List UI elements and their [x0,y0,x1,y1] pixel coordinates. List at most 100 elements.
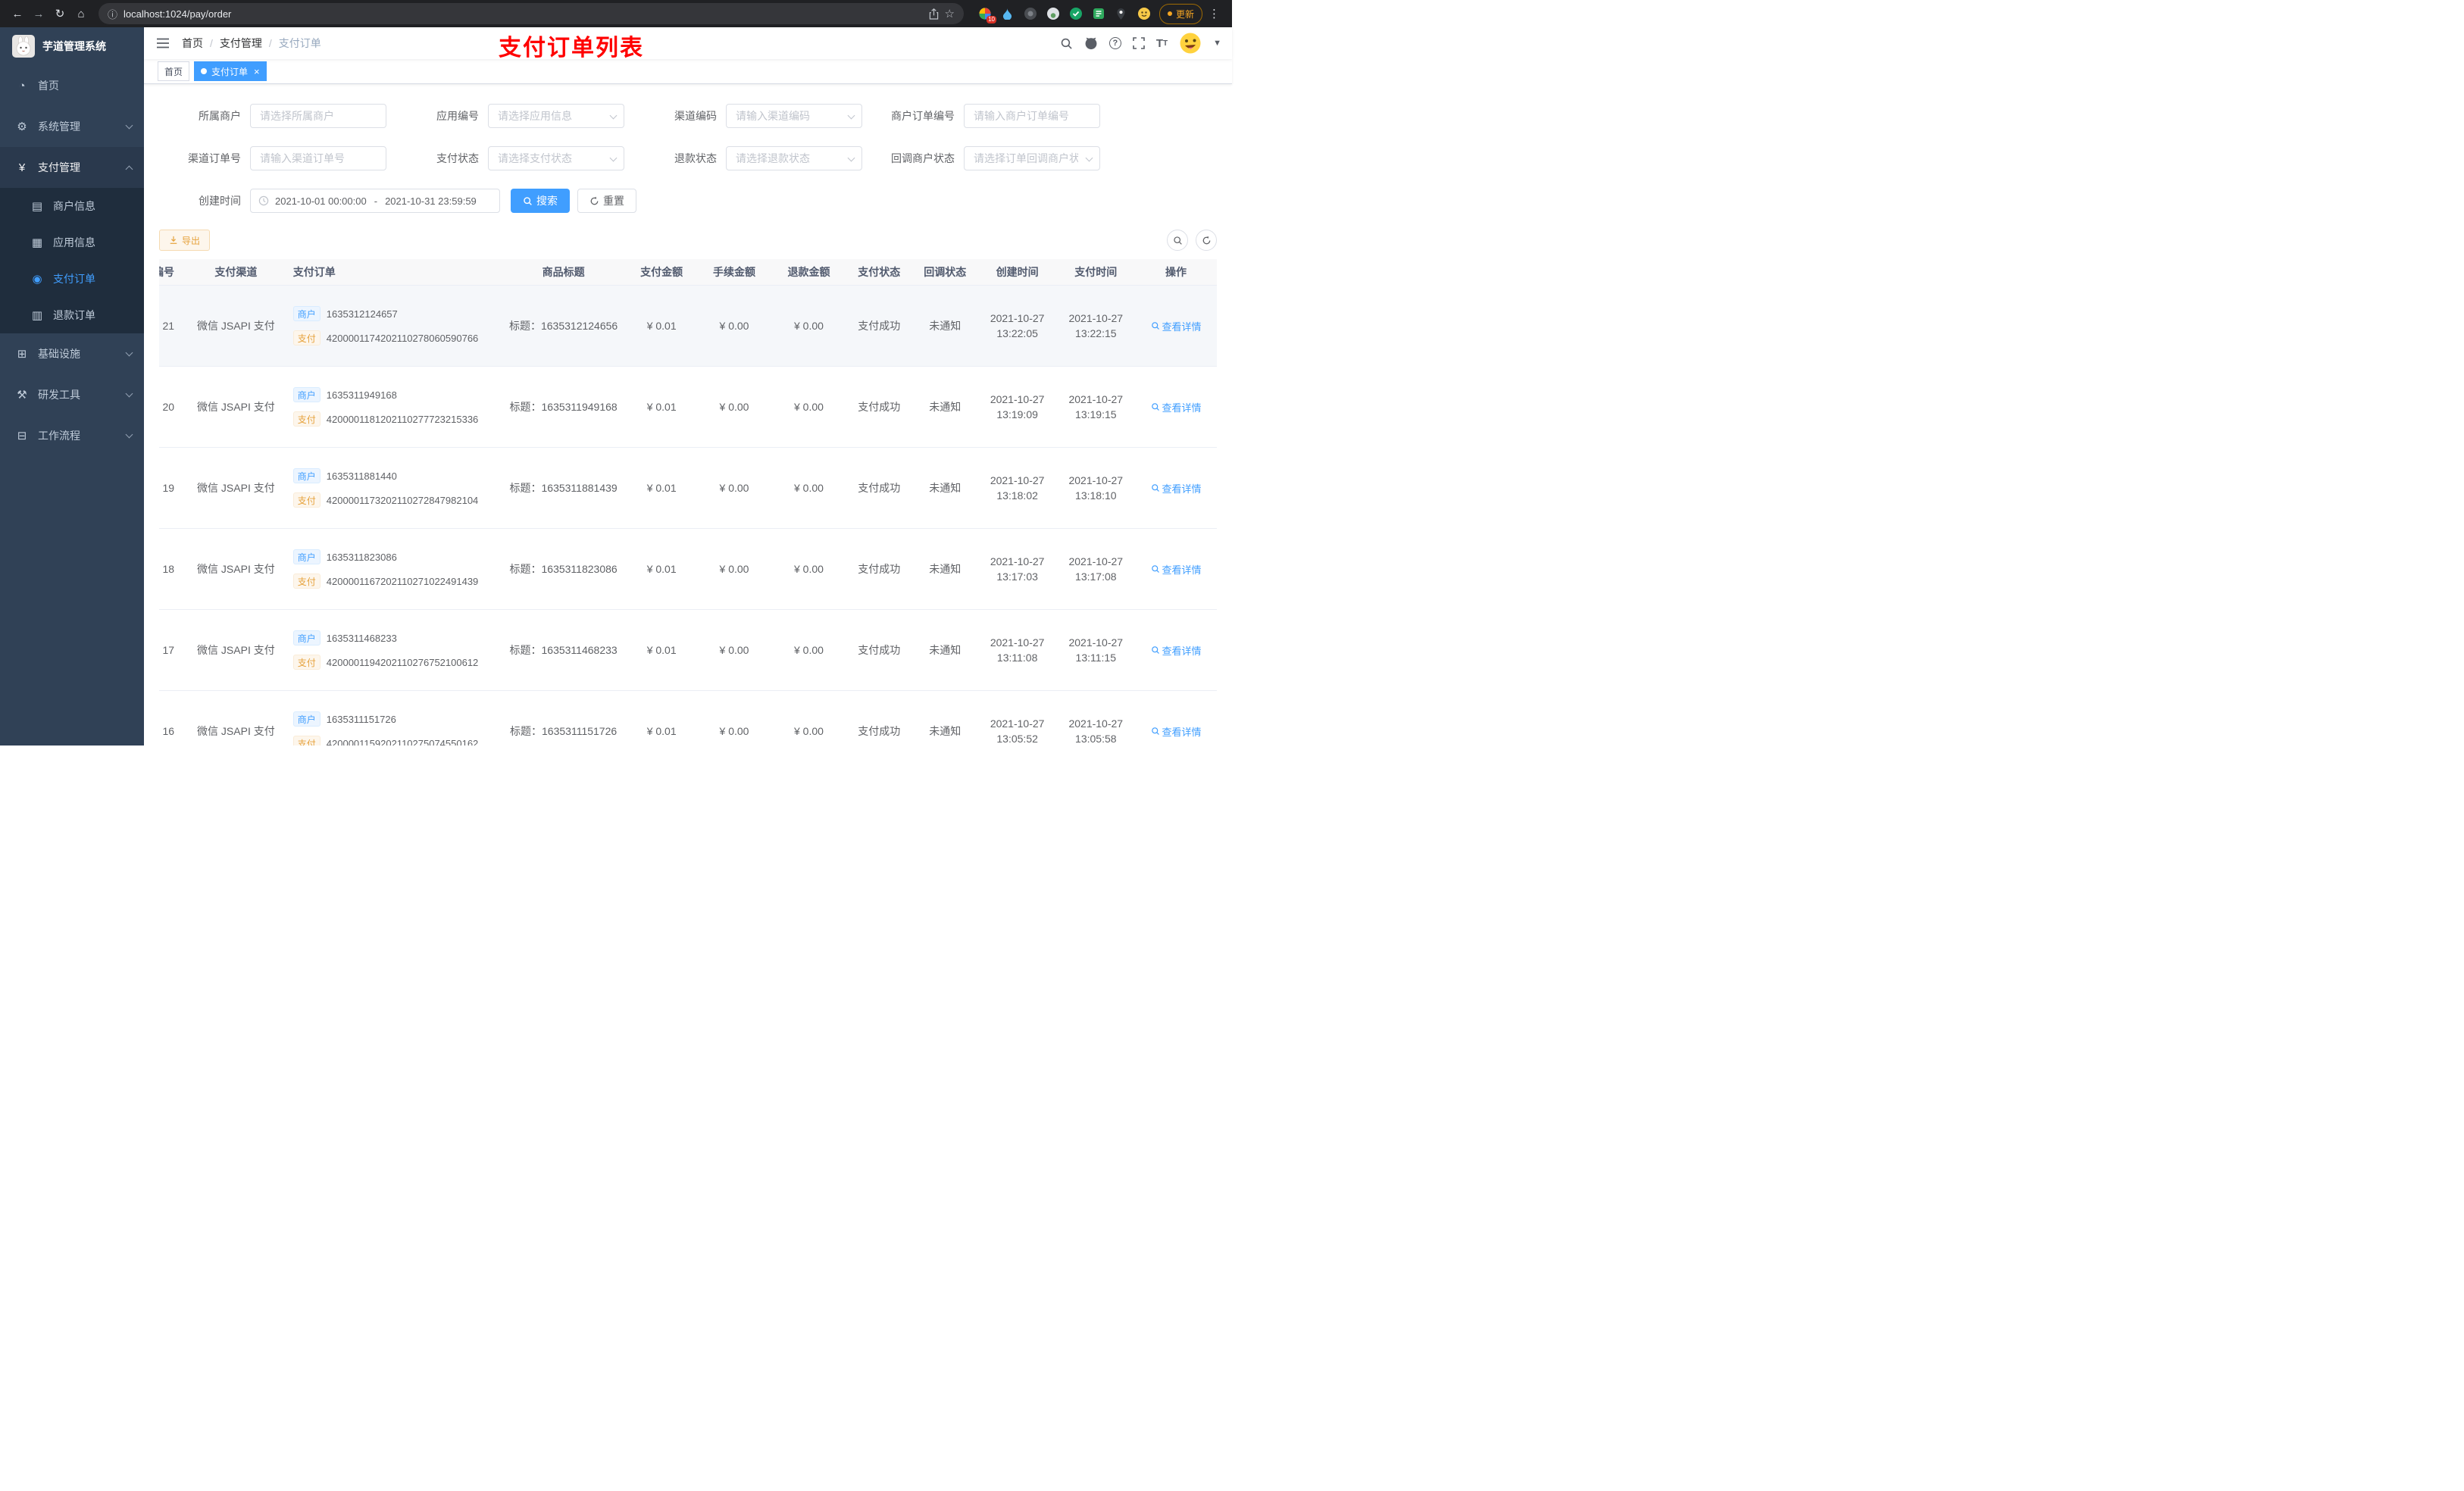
sidebar-item-pay[interactable]: ¥ 支付管理 [0,147,144,188]
search-icon[interactable] [1060,37,1073,50]
filter-label: 应用编号 [436,110,479,122]
channel-code-input[interactable] [727,105,861,127]
refund-status-input[interactable] [727,147,861,170]
filter-label: 退款状态 [674,152,717,164]
merchant-select[interactable] [250,104,386,128]
breadcrumb-pay[interactable]: 支付管理 [220,36,262,51]
sidebar-item-pay-order[interactable]: ◉ 支付订单 [0,261,144,297]
sidebar-item-home[interactable]: ◔ 首页 [0,65,144,106]
tab-label: 首页 [164,66,183,77]
bookmark-star-icon[interactable]: ☆ [945,7,955,20]
tab-home[interactable]: 首页 [158,61,190,81]
notify-status: 未通知 [929,482,962,494]
sidebar-item-label: 应用信息 [53,236,95,248]
breadcrumb-home[interactable]: 首页 [182,36,203,51]
address-bar[interactable]: ⓘ localhost:1024/pay/order ☆ [98,3,964,24]
table-row: 21 微信 JSAPI 支付 商户 1635312124657 支付 42000… [159,285,1217,367]
sidebar-item-label: 首页 [38,80,59,92]
toggle-search-button[interactable] [1167,230,1188,251]
pay-channel: 微信 JSAPI 支付 [197,401,275,413]
browser-home-button[interactable]: ⌂ [71,4,91,23]
pay-status-select[interactable] [488,146,624,170]
tab-pay-order[interactable]: 支付订单 × [194,61,267,81]
merchant-select-input[interactable] [251,105,386,127]
pay-status-input[interactable] [489,147,624,170]
view-detail-link[interactable]: 查看详情 [1151,481,1202,495]
pay-clock: 13:17:08 [1075,570,1117,583]
sidebar-item-system[interactable]: ⚙ 系统管理 [0,106,144,147]
sidebar-item-workflow[interactable]: ⊟ 工作流程 [0,415,144,456]
browser-reload-button[interactable]: ↻ [50,4,70,23]
fee-amount: ¥ 0.00 [719,644,749,656]
create-time-range-picker[interactable]: 2021-10-01 00:00:00 - 2021-10-31 23:59:5… [250,189,500,213]
fee-amount: ¥ 0.00 [719,320,749,332]
avatar-caret-down-icon[interactable]: ▼ [1213,39,1221,48]
channel-code-select[interactable] [726,104,862,128]
browser-forward-button[interactable]: → [29,4,48,23]
notify-status-select[interactable] [964,146,1100,170]
view-detail-link[interactable]: 查看详情 [1151,400,1202,414]
create-clock: 13:18:02 [996,489,1038,502]
search-button[interactable]: 搜索 [511,189,570,213]
extension-icon-colorful[interactable]: 10 [977,6,996,23]
sidebar-logo[interactable]: 芋道管理系统 [0,27,144,65]
site-info-icon[interactable]: ⓘ [108,7,117,21]
sidebar-item-refund-order[interactable]: ▥ 退款订单 [0,297,144,333]
merchant-order-no-input[interactable] [965,105,1099,127]
view-detail-link[interactable]: 查看详情 [1151,643,1202,658]
notify-status: 未通知 [929,644,962,656]
filter-row-2: 渠道订单号 支付状态 退款状态 [159,146,1217,170]
create-clock: 13:19:09 [996,408,1038,420]
create-date: 2021-10-27 [990,312,1045,324]
sidebar-item-merchant-info[interactable]: ▤ 商户信息 [0,188,144,224]
refund-status-select[interactable] [726,146,862,170]
browser-chrome: ← → ↻ ⌂ ⓘ localhost:1024/pay/order ☆ 10 [0,0,1232,27]
chevron-down-icon [125,389,133,398]
sidebar-item-devtools[interactable]: ⚒ 研发工具 [0,374,144,415]
sidebar-collapse-icon[interactable] [153,34,173,52]
view-detail-link[interactable]: 查看详情 [1151,319,1202,333]
orders-table: 编号 支付渠道 支付订单 商品标题 支付金额 手续金额 退款金额 支付状态 回调… [159,259,1217,746]
github-icon[interactable] [1084,36,1098,50]
extension-icon-dark-circle[interactable] [1023,6,1038,21]
app-select-input[interactable] [489,105,624,127]
font-size-icon[interactable]: TT [1156,37,1168,50]
browser-update-button[interactable]: 更新 [1159,3,1202,24]
export-button[interactable]: 导出 [159,230,211,251]
sidebar-item-app-info[interactable]: ▦ 应用信息 [0,224,144,261]
browser-menu-icon[interactable]: ⋮ [1204,7,1224,20]
sidebar-item-label: 系统管理 [38,120,80,133]
extension-icon-drop[interactable] [1000,6,1015,21]
pay-clock: 13:05:58 [1075,733,1117,745]
merchant-order-no: 1635311823086 [326,551,397,563]
extension-icon-green-book[interactable] [1091,6,1106,21]
fullscreen-icon[interactable] [1133,37,1145,49]
notify-status-input[interactable] [965,147,1099,170]
tab-close-icon[interactable]: × [254,67,260,77]
merchant-order-no-field[interactable] [964,104,1100,128]
refresh-button[interactable] [1196,230,1217,251]
extension-icon-gray-circle[interactable] [1046,6,1061,21]
url-text[interactable]: localhost:1024/pay/order [124,8,923,20]
app-select[interactable] [488,104,624,128]
merchant-tag: 商户 [292,549,321,564]
help-icon[interactable]: ? [1108,37,1121,49]
product-title: 标题：1635311949168 [509,401,618,413]
merchant-tag: 商户 [292,630,321,645]
extension-icon-face[interactable] [1137,6,1152,21]
browser-back-button[interactable]: ← [8,4,27,23]
view-detail-link[interactable]: 查看详情 [1151,724,1202,739]
avatar[interactable] [1179,32,1202,55]
extension-icon-pin[interactable] [1114,6,1129,21]
create-time: 2021-10-27 13:19:09 [977,366,1057,448]
notify-status: 未通知 [929,725,962,737]
share-icon[interactable] [929,8,939,20]
channel-order-no-input[interactable] [251,147,386,170]
pay-status: 支付成功 [858,725,901,737]
reset-button[interactable]: 重置 [577,189,636,213]
extension-icon-green-check[interactable] [1068,6,1083,21]
view-detail-link[interactable]: 查看详情 [1151,562,1202,577]
sidebar-item-infra[interactable]: ⊞ 基础设施 [0,333,144,374]
active-dot-icon [201,68,208,74]
channel-order-no-field[interactable] [250,146,386,170]
